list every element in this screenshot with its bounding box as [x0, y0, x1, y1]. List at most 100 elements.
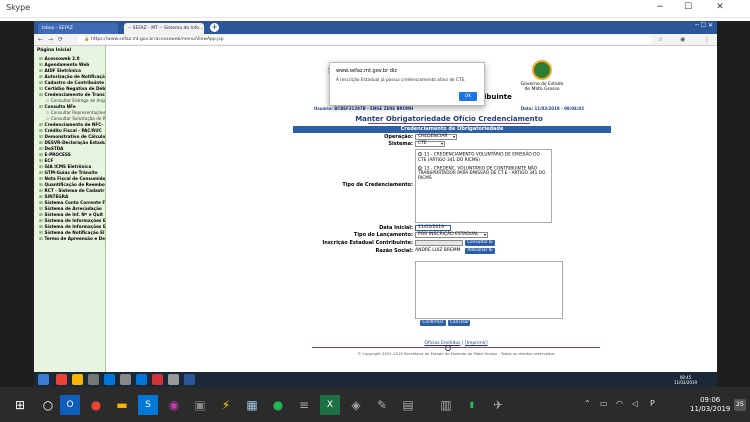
search-icon[interactable]: ○ [38, 395, 58, 415]
data-inicial-input[interactable]: 11/03/2019 [415, 225, 451, 231]
menu-item[interactable]: ⊞ Sistema Conta Corrente F [34, 199, 105, 205]
remote-desktop: Inbox - SEFAZ -- SEFAZ - MT -- Sistema d… [34, 21, 717, 387]
folder-icon[interactable]: ▬ [112, 395, 132, 415]
menu-item[interactable]: ⊞ Sistema de Informações E [34, 223, 105, 229]
ie-input[interactable] [415, 240, 463, 246]
confirmar-button[interactable]: Confirmar [420, 320, 446, 326]
chrome-icon[interactable]: ● [86, 395, 106, 415]
menu-item[interactable]: ⊞ Termo de Apreensão e Dej [34, 235, 105, 241]
menu-item[interactable]: ⊞ Autorização de Notificaçã [34, 73, 105, 79]
terminal-icon[interactable]: ▮ [462, 395, 482, 415]
wifi-icon[interactable]: ◠ [616, 399, 623, 408]
menu-item[interactable]: ⊞ Certidão Negativa de Déb [34, 85, 105, 91]
app-icon[interactable]: ◈ [346, 395, 366, 415]
bookmark-star-icon[interactable]: ☆ [658, 36, 663, 43]
extension-icon[interactable]: ◉ [680, 36, 685, 43]
network-icon[interactable]: ▭ [600, 399, 608, 408]
start-icon[interactable] [38, 374, 49, 385]
volume-icon[interactable]: ◁ [632, 399, 638, 408]
consultar-ie-button[interactable]: Consultar IE [465, 240, 495, 246]
lightning-icon[interactable]: ⚡ [216, 395, 236, 415]
app-icon[interactable]: ✎ [372, 395, 392, 415]
menu-item[interactable]: ⊞ Cadastro de Contribuinte [34, 79, 105, 85]
chrome-icon[interactable] [56, 374, 67, 385]
box-icon[interactable]: ▦ [242, 395, 262, 415]
outlook-icon[interactable]: O [60, 395, 80, 415]
app-icon[interactable]: ≡ [294, 395, 314, 415]
chevron-up-icon[interactable]: ⌃ [584, 399, 591, 408]
skype-icon[interactable] [136, 374, 147, 385]
tipo-lancamento-select[interactable]: POR INSCRIÇÃO ESTADUAL [415, 232, 488, 238]
folder-expand-icon: ⊞ [39, 62, 43, 67]
browser-tab-sefaz[interactable]: -- SEFAZ - MT -- Sistema de Info... [124, 23, 204, 34]
close-button[interactable]: ✕ [712, 2, 728, 12]
menu-item-label: Quantificação de Reembol [44, 182, 105, 187]
back-icon[interactable]: ← [38, 36, 43, 43]
explorer-icon[interactable] [72, 374, 83, 385]
app-icon[interactable] [152, 374, 163, 385]
menu-item[interactable]: ⊞ Sistema de Inf. Nº e Quit [34, 211, 105, 217]
menu-item[interactable]: ⊞ DESVR-Declaração Estadu [34, 139, 105, 145]
oficios-emitidos-link[interactable]: Ofícios Emitidos [424, 341, 460, 346]
url-input[interactable]: 🔒 https://www.sefaz.mt.gov.br/acessoweb/… [78, 36, 652, 44]
operacao-select[interactable]: CREDENCIAR [415, 134, 457, 140]
reload-icon[interactable]: ⟳ [58, 36, 63, 43]
screen-share-area: Inbox - SEFAZ -- SEFAZ - MT -- Sistema d… [0, 21, 750, 387]
menu-item[interactable]: ⊞ Sistema de Informações E [34, 217, 105, 223]
tipo-option-13[interactable]: 13 - CREDENC. VOLUNTÁRIO DE CONTRIBUINTE… [418, 165, 549, 181]
menu-item-label: Consultar Entrega de Arquivo [50, 98, 105, 103]
menu-item[interactable]: ⊞ Credenciamento de NFC- [34, 121, 105, 127]
menu-item-label: ECF [44, 158, 54, 163]
alert-ok-button[interactable]: OK [459, 92, 477, 101]
menu-item[interactable]: ⊞ GTM-Guias de Trânsito [34, 169, 105, 175]
skype-icon[interactable] [104, 374, 115, 385]
adicionar-ie-button[interactable]: Adicionar IE [465, 248, 495, 254]
notification-badge[interactable]: 25 [734, 399, 746, 411]
browser-menu-icon[interactable]: ⋮ [704, 36, 710, 43]
minimize-button[interactable]: − [652, 2, 668, 12]
folder-expand-icon: ⊞ [39, 74, 43, 79]
system-clock[interactable]: 09:06 11/03/2019 [690, 396, 730, 414]
imprimir-link[interactable]: [Imprimir] [465, 341, 488, 346]
browser-window-controls[interactable]: ─ ☐ ✕ [695, 22, 713, 29]
menu-item[interactable]: ⊞ Demonstrativo de Cálculo [34, 133, 105, 139]
new-tab-button[interactable]: + [210, 23, 219, 32]
spotify-icon[interactable]: ● [268, 395, 288, 415]
excel-icon[interactable]: X [320, 395, 340, 415]
app-icon[interactable] [168, 374, 179, 385]
sistema-select[interactable]: CTE [415, 141, 445, 147]
app-icon[interactable]: ✈ [488, 395, 508, 415]
app-icon[interactable]: ▣ [190, 395, 210, 415]
folder-expand-icon: ⊞ [39, 122, 43, 127]
menu-item[interactable]: ⊞ Sistema de Notificação El [34, 229, 105, 235]
menu-item[interactable]: ⊞ Crédito Fiscal - PAC/RUC [34, 127, 105, 133]
cancelar-button[interactable]: Cancelar [448, 320, 470, 326]
browser-tab-inbox[interactable]: Inbox - SEFAZ [38, 23, 118, 34]
menu-item[interactable]: ⊞ Credenciamento de Transp [34, 91, 105, 97]
menu-item[interactable]: ⊞ Quantificação de Reembol [34, 181, 105, 187]
app-icon[interactable] [88, 374, 99, 385]
app-icon[interactable]: ◉ [164, 395, 184, 415]
folder-expand-icon: ⊞ [39, 218, 43, 223]
tipo-option-11[interactable]: 11 - CREDENCIAMENTO VOLUNTÁRIO DE EMISSÃ… [418, 152, 549, 163]
menu-item[interactable]: ⊞ RCT - Sistema de Cadastr [34, 187, 105, 193]
maximize-button[interactable]: ☐ [680, 2, 696, 12]
menu-item-label: Sistema de Notificação El [44, 230, 105, 235]
menu-item[interactable]: ⊞ Nota Fiscal de Consumido [34, 175, 105, 181]
word-icon[interactable] [184, 374, 195, 385]
ie-list-box[interactable] [415, 261, 563, 319]
menu-item[interactable]: ⊞ Sistema de Arrecadação [34, 205, 105, 211]
skype-icon[interactable]: S [138, 395, 158, 415]
windows-start-icon[interactable]: ⊞ [10, 395, 30, 415]
language-icon[interactable]: P [650, 399, 655, 408]
forward-icon[interactable]: → [48, 36, 53, 43]
menu-home[interactable]: Página Inicial [34, 46, 105, 55]
folder-expand-icon: ⊞ [39, 134, 43, 139]
app-icon[interactable]: ▥ [436, 395, 456, 415]
folder-expand-icon: ⊞ [39, 104, 43, 109]
app-icon[interactable] [120, 374, 131, 385]
menu-item-label: Agendamento Web [44, 62, 90, 67]
copyright: © Copyright 2001-2019 Secretaria de Esta… [357, 351, 555, 356]
menu-item-label: Credenciamento de Transp [44, 92, 105, 97]
app-icon[interactable]: ▤ [398, 395, 418, 415]
